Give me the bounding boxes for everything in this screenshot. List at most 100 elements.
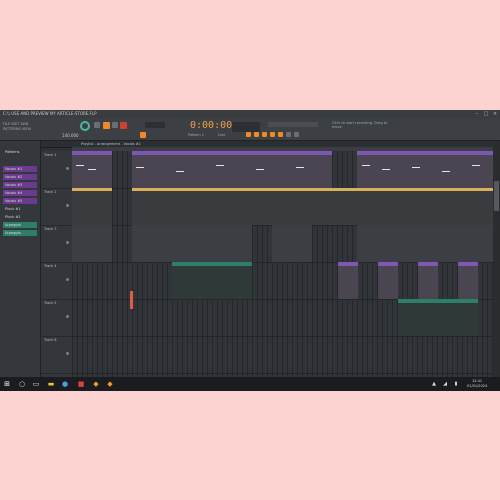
vocal2-clip[interactable] [458, 262, 478, 299]
mute-icon[interactable] [66, 241, 69, 244]
vertical-scrollbar[interactable] [493, 141, 500, 391]
note [472, 165, 480, 166]
note [296, 167, 304, 168]
browser-item-vocals-1[interactable]: Vocals #1 [3, 166, 37, 172]
mute-icon[interactable] [66, 352, 69, 355]
windows-taskbar: ⊞ ○ ▭ ▬ ● ■ ◆ ◆ ▲ ◢ ▮ 12:41 01/01/2024 [0, 377, 500, 391]
cpu-meter [232, 122, 260, 132]
tempo-box[interactable] [145, 122, 165, 128]
mixer-icon[interactable] [270, 132, 275, 137]
arpeggio-clip[interactable]: Arpeggio [212, 262, 252, 299]
vocal2-clip[interactable] [378, 262, 398, 299]
plugin-icon[interactable] [286, 132, 291, 137]
browser-item-patterns[interactable]: Patterns [3, 149, 37, 155]
track-header-1[interactable]: Track 1 [41, 151, 72, 189]
playlist-icon[interactable] [246, 132, 251, 137]
note [176, 171, 184, 172]
settings-icon[interactable] [294, 132, 299, 137]
search-icon[interactable]: ○ [18, 380, 26, 388]
play-button[interactable] [103, 122, 110, 129]
fl-studio-window: C:\\ USE AND PREVIEW MY ARTICLE-STORE.FL… [0, 110, 500, 391]
track-name: Track 3 [44, 227, 57, 231]
record-button[interactable] [120, 122, 127, 129]
note [88, 169, 96, 170]
note [256, 169, 264, 170]
mute-icon[interactable] [66, 315, 69, 318]
vocal-clip[interactable]: Vocals #1 [172, 151, 212, 188]
title-bar: C:\\ USE AND PREVIEW MY ARTICLE-STORE.FL… [0, 110, 500, 118]
vocal-clip[interactable] [357, 151, 493, 188]
close-icon[interactable]: × [492, 111, 498, 117]
clock-date: 01/01/2024 [467, 384, 488, 388]
volume-icon[interactable]: ◢ [441, 380, 449, 388]
vocal-clip[interactable]: Vocals #1 [212, 151, 252, 188]
file-explorer-icon[interactable]: ▬ [47, 380, 55, 388]
menu-view[interactable]: PATTERNS VIEW [3, 127, 31, 131]
track-header-4[interactable]: Track 4 [41, 262, 72, 300]
pluck-clip[interactable] [132, 225, 252, 262]
scrollbar-thumb[interactable] [494, 181, 499, 211]
task-view-icon[interactable]: ▭ [32, 380, 40, 388]
browser-icon[interactable] [278, 132, 283, 137]
pluck-clip[interactable] [357, 225, 493, 262]
vocal2-clip[interactable]: Vocals #2 [338, 262, 358, 299]
pluck-clip[interactable] [272, 225, 312, 262]
mute-icon[interactable] [66, 167, 69, 170]
menu-file[interactable]: FILE EDIT ADD [3, 122, 28, 126]
track-name: Track 4 [44, 264, 57, 268]
note [412, 167, 420, 168]
playhead-marker[interactable] [130, 291, 133, 309]
browser-icon[interactable]: ● [61, 380, 69, 388]
battery-icon[interactable]: ▮ [452, 380, 460, 388]
vocal2-clip[interactable] [418, 262, 438, 299]
browser-item-vocals-2[interactable]: Vocals #2 [3, 174, 37, 180]
pluck-clip[interactable] [72, 225, 112, 262]
master-knob[interactable] [80, 121, 90, 131]
browser-item-vocals-5[interactable]: Vocals #5 [3, 198, 37, 204]
browser-item-vocals-3[interactable]: Vocals #3 [3, 182, 37, 188]
stop-button[interactable] [112, 122, 118, 128]
channel-rack-icon[interactable] [262, 132, 267, 137]
vocal-clip[interactable]: Vocals #1 [292, 151, 332, 188]
browser-item-arpeggio-1[interactable]: Arpeggio [3, 222, 37, 228]
piano-roll-icon[interactable] [254, 132, 259, 137]
pat-song-toggle[interactable] [94, 122, 100, 128]
pattern-clip[interactable] [357, 188, 493, 225]
arpeggio-clip[interactable]: Arpeggio [398, 299, 438, 336]
vocal-clip[interactable]: Vocals #1 [132, 151, 172, 188]
note [136, 167, 144, 168]
network-icon[interactable]: ▲ [430, 380, 438, 388]
track-header-5[interactable]: Track 5 [41, 299, 72, 337]
arpeggio-clip[interactable]: Arpeggio [438, 299, 478, 336]
playlist-grid[interactable]: Vocals #1 Vocals #1 Vocals #1 Vocals #1 … [72, 151, 493, 391]
track-name: Track 6 [44, 338, 57, 342]
pattern-clip[interactable] [72, 188, 112, 225]
browser-item-arpeggio-2[interactable]: Arpeggio [3, 230, 37, 236]
track-lane-6[interactable] [72, 336, 493, 374]
track-header-2[interactable]: Track 2 [41, 188, 72, 226]
track-headers: Track 1 Track 2 Track 3 Track 4 Track 5 … [41, 151, 73, 391]
tempo-display[interactable]: 140.000 [62, 133, 79, 138]
app-icon[interactable]: ■ [77, 380, 85, 388]
track-header-3[interactable]: Track 3 [41, 225, 72, 263]
browser-item-pluck-1[interactable]: Pluck #1 [3, 206, 37, 212]
browser-item-vocals-4[interactable]: Vocals #4 [3, 190, 37, 196]
minimize-icon[interactable]: – [474, 111, 480, 117]
mute-icon[interactable] [66, 204, 69, 207]
snap-selector[interactable]: Line [218, 133, 225, 137]
playlist-window: Playlist - Arrangement - Vocals #1 Track… [41, 141, 493, 391]
arpeggio-clip[interactable]: Arpeggio [172, 262, 212, 299]
fl-studio-active-icon[interactable]: ◆ [106, 380, 114, 388]
mute-icon[interactable] [66, 278, 69, 281]
pattern-clip[interactable] [132, 188, 357, 225]
hint-bar: Click to start recording, Drag to move [332, 121, 388, 129]
snap-icon[interactable] [140, 132, 146, 138]
browser-item-pluck-2[interactable]: Pluck #2 [3, 214, 37, 220]
fl-studio-icon[interactable]: ◆ [92, 380, 100, 388]
pattern-selector[interactable]: Pattern 1 [188, 133, 204, 137]
taskbar-clock[interactable]: 12:41 01/01/2024 [467, 379, 487, 389]
start-icon[interactable]: ⊞ [3, 380, 11, 388]
track-name: Track 1 [44, 153, 57, 157]
track-header-6[interactable]: Track 6 [41, 336, 72, 374]
maximize-icon[interactable]: □ [483, 111, 489, 117]
